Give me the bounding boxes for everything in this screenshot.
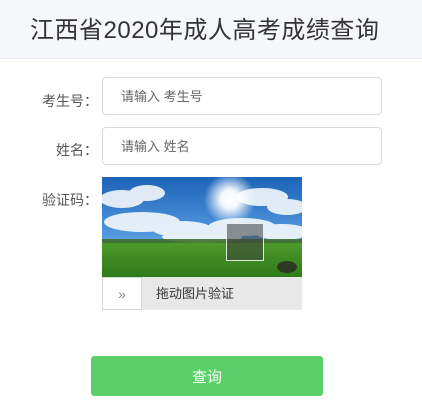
exam-id-label: 考生号： — [42, 93, 98, 109]
page-header: 江西省2020年成人高考成绩查询 — [0, 0, 422, 59]
page-title: 江西省2020年成人高考成绩查询 — [30, 17, 380, 44]
query-button[interactable]: 查询 — [91, 356, 323, 396]
captcha-label: 验证码： — [42, 192, 98, 208]
slider-captcha: » 拖动图片验证 — [102, 177, 302, 310]
puzzle-piece-slot — [226, 223, 264, 261]
exam-id-input[interactable] — [102, 77, 382, 115]
slider-hint-text: 拖动图片验证 — [156, 286, 235, 301]
slider-track[interactable]: » 拖动图片验证 — [102, 277, 302, 310]
name-label: 姓名： — [56, 142, 98, 158]
captcha-image — [102, 177, 302, 277]
captcha-landscape-image — [102, 177, 302, 277]
double-chevron-right-icon[interactable]: » — [102, 277, 142, 310]
name-input[interactable] — [102, 127, 382, 165]
